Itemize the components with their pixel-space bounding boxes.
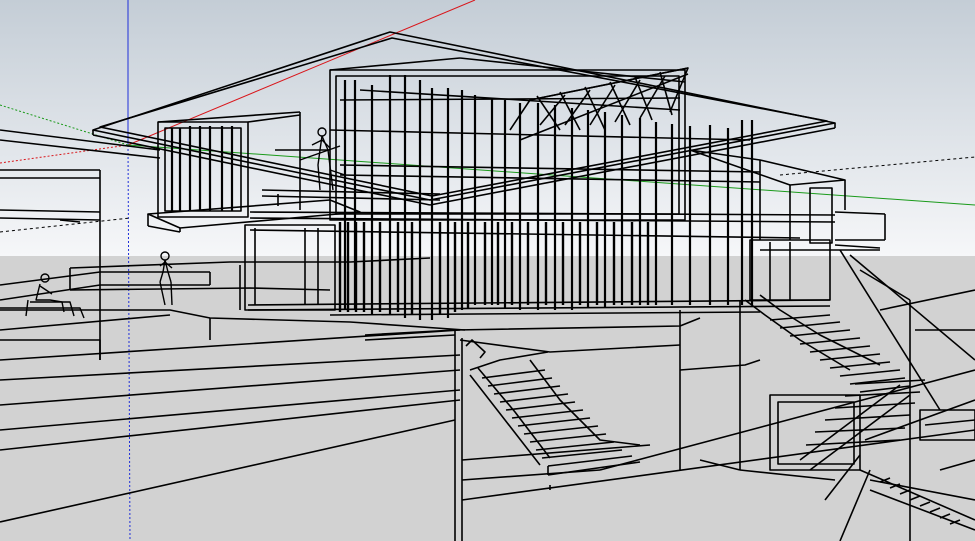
sky [0, 0, 975, 256]
sketchup-3d-viewport[interactable] [0, 0, 975, 541]
